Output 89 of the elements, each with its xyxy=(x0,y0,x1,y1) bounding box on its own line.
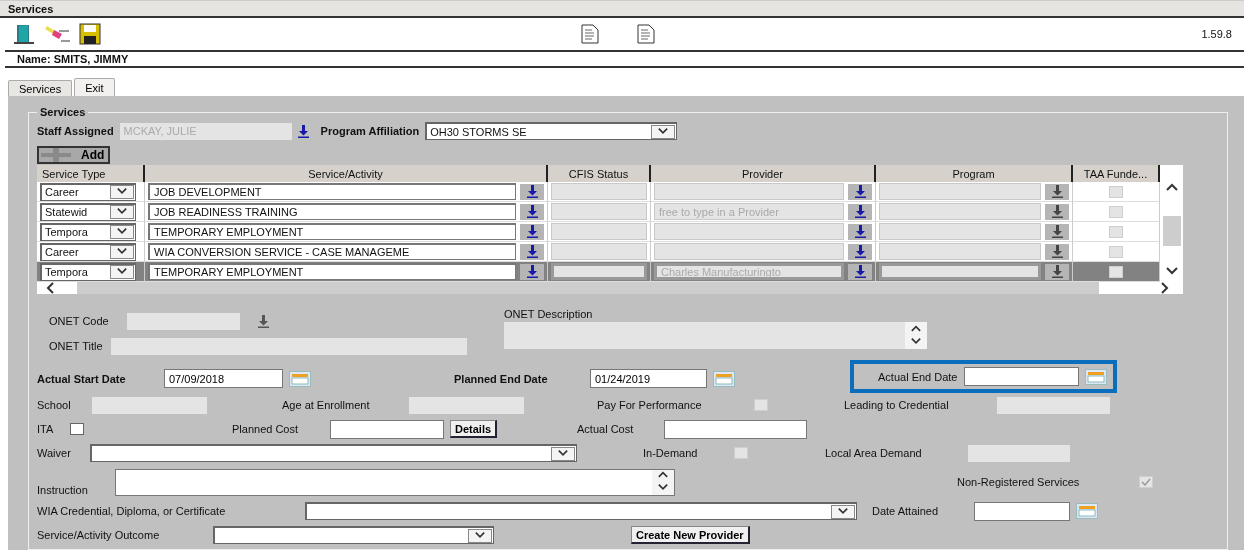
field-label: Program Affiliation xyxy=(320,125,420,137)
field-label: Pay For Performance xyxy=(597,399,703,411)
input-field[interactable]: TEMPORARY EMPLOYMENT xyxy=(148,223,516,240)
field-label: In-Demand xyxy=(643,447,699,459)
download-icon[interactable] xyxy=(1051,205,1063,218)
field-label: Service/Activity Outcome xyxy=(37,529,161,541)
download-icon[interactable] xyxy=(297,124,309,138)
field-label: Actual Start Date xyxy=(37,372,127,385)
dropdown[interactable]: OH30 STORMS SE xyxy=(425,122,678,140)
client-name: Name: SMITS, JIMMY xyxy=(5,51,1244,68)
field-label: Non-Registered Services xyxy=(957,476,1081,488)
download-icon[interactable] xyxy=(526,245,538,258)
tab[interactable]: Services xyxy=(8,80,73,96)
dropdown[interactable]: Career xyxy=(40,242,136,261)
field-label: ONET Description xyxy=(504,308,594,320)
column-header: Provider xyxy=(651,165,876,182)
date-field[interactable] xyxy=(963,367,1079,386)
save-icon[interactable] xyxy=(79,22,101,45)
door-icon[interactable] xyxy=(13,22,37,45)
download-icon[interactable] xyxy=(854,205,866,218)
download-icon[interactable] xyxy=(257,314,269,328)
download-icon[interactable] xyxy=(854,185,866,198)
input-field[interactable]: JOB READINESS TRAINING xyxy=(148,203,516,220)
download-icon[interactable] xyxy=(854,265,866,278)
dropdown[interactable]: Tempora xyxy=(40,222,136,241)
field-label: Planned End Date xyxy=(454,372,549,385)
chevron-right-icon[interactable] xyxy=(1159,282,1171,294)
window-title: Services xyxy=(0,0,1244,19)
column-header: Service/Activity xyxy=(145,165,548,182)
field-label: Planned Cost xyxy=(232,423,300,435)
field-label: Age at Enrollment xyxy=(282,399,371,411)
dropdown[interactable] xyxy=(213,526,494,544)
field-label: ITA xyxy=(37,423,55,435)
input-field[interactable] xyxy=(654,223,844,240)
download-icon[interactable] xyxy=(526,265,538,278)
text-area[interactable] xyxy=(115,468,675,496)
input-field[interactable] xyxy=(330,419,444,439)
date-field[interactable]: 01/24/2019 xyxy=(590,369,707,388)
column-header: TAA Funde... xyxy=(1073,165,1160,182)
dropdown[interactable]: Career xyxy=(40,182,136,201)
add-button[interactable]: Add xyxy=(37,146,111,164)
field-label: ONET Title xyxy=(49,340,103,352)
field-label: Date Attained xyxy=(872,505,940,517)
input-field[interactable] xyxy=(654,243,844,260)
field-label: Leading to Credential xyxy=(844,399,950,411)
dropdown[interactable] xyxy=(305,502,857,520)
download-icon[interactable] xyxy=(1051,185,1063,198)
column-header: CFIS Status xyxy=(548,165,651,182)
field-label: Waiver xyxy=(37,447,72,459)
input-field[interactable]: JOB DEVELOPMENT xyxy=(148,183,516,200)
input-field[interactable]: TEMPORARY EMPLOYMENT xyxy=(148,263,516,280)
dropdown[interactable]: Tempora xyxy=(40,262,136,281)
document-icon[interactable] xyxy=(581,23,599,44)
download-icon[interactable] xyxy=(526,205,538,218)
input-field[interactable]: WIA CONVERSION SERVICE - CASE MANAGEME xyxy=(148,243,516,260)
download-icon[interactable] xyxy=(526,185,538,198)
dropdown[interactable]: Statewid xyxy=(40,202,136,221)
tab[interactable]: Exit xyxy=(74,78,115,96)
field-label: Instruction xyxy=(37,483,89,496)
readonly-field: MCKAY, JULIE xyxy=(119,122,292,140)
field-label: School xyxy=(37,399,72,411)
download-icon[interactable] xyxy=(1051,245,1063,258)
scroll-thumb[interactable] xyxy=(1162,215,1181,246)
download-icon[interactable] xyxy=(526,225,538,238)
input-field[interactable] xyxy=(664,419,807,439)
input-field[interactable] xyxy=(654,183,844,200)
field-label: Staff Assigned xyxy=(37,125,114,137)
column-header: Program xyxy=(876,165,1073,182)
date-field[interactable]: 07/09/2018 xyxy=(164,369,283,388)
action-button[interactable]: Create New Provider xyxy=(631,526,750,544)
dropdown[interactable] xyxy=(90,444,577,462)
section-title: Services xyxy=(39,106,87,118)
column-header: Service Type xyxy=(37,165,145,182)
field-label: WIA Credential, Diploma, or Certificate xyxy=(37,505,227,517)
field-label: Actual Cost xyxy=(577,423,635,435)
version-label: 1.59.8 xyxy=(1201,27,1233,40)
field-label: Actual End Date xyxy=(878,370,958,383)
chevron-left-icon[interactable] xyxy=(45,282,57,294)
download-icon[interactable] xyxy=(1051,225,1063,238)
download-icon[interactable] xyxy=(854,225,866,238)
field-label: ONET Code xyxy=(49,315,109,327)
download-icon[interactable] xyxy=(1051,265,1063,278)
date-field[interactable] xyxy=(974,501,1070,521)
download-icon[interactable] xyxy=(854,245,866,258)
field-label: Local Area Demand xyxy=(825,447,923,459)
plus-icon xyxy=(41,148,71,162)
document-icon[interactable] xyxy=(637,23,655,44)
action-button[interactable]: Details xyxy=(450,420,498,438)
checkbox[interactable] xyxy=(70,423,84,435)
